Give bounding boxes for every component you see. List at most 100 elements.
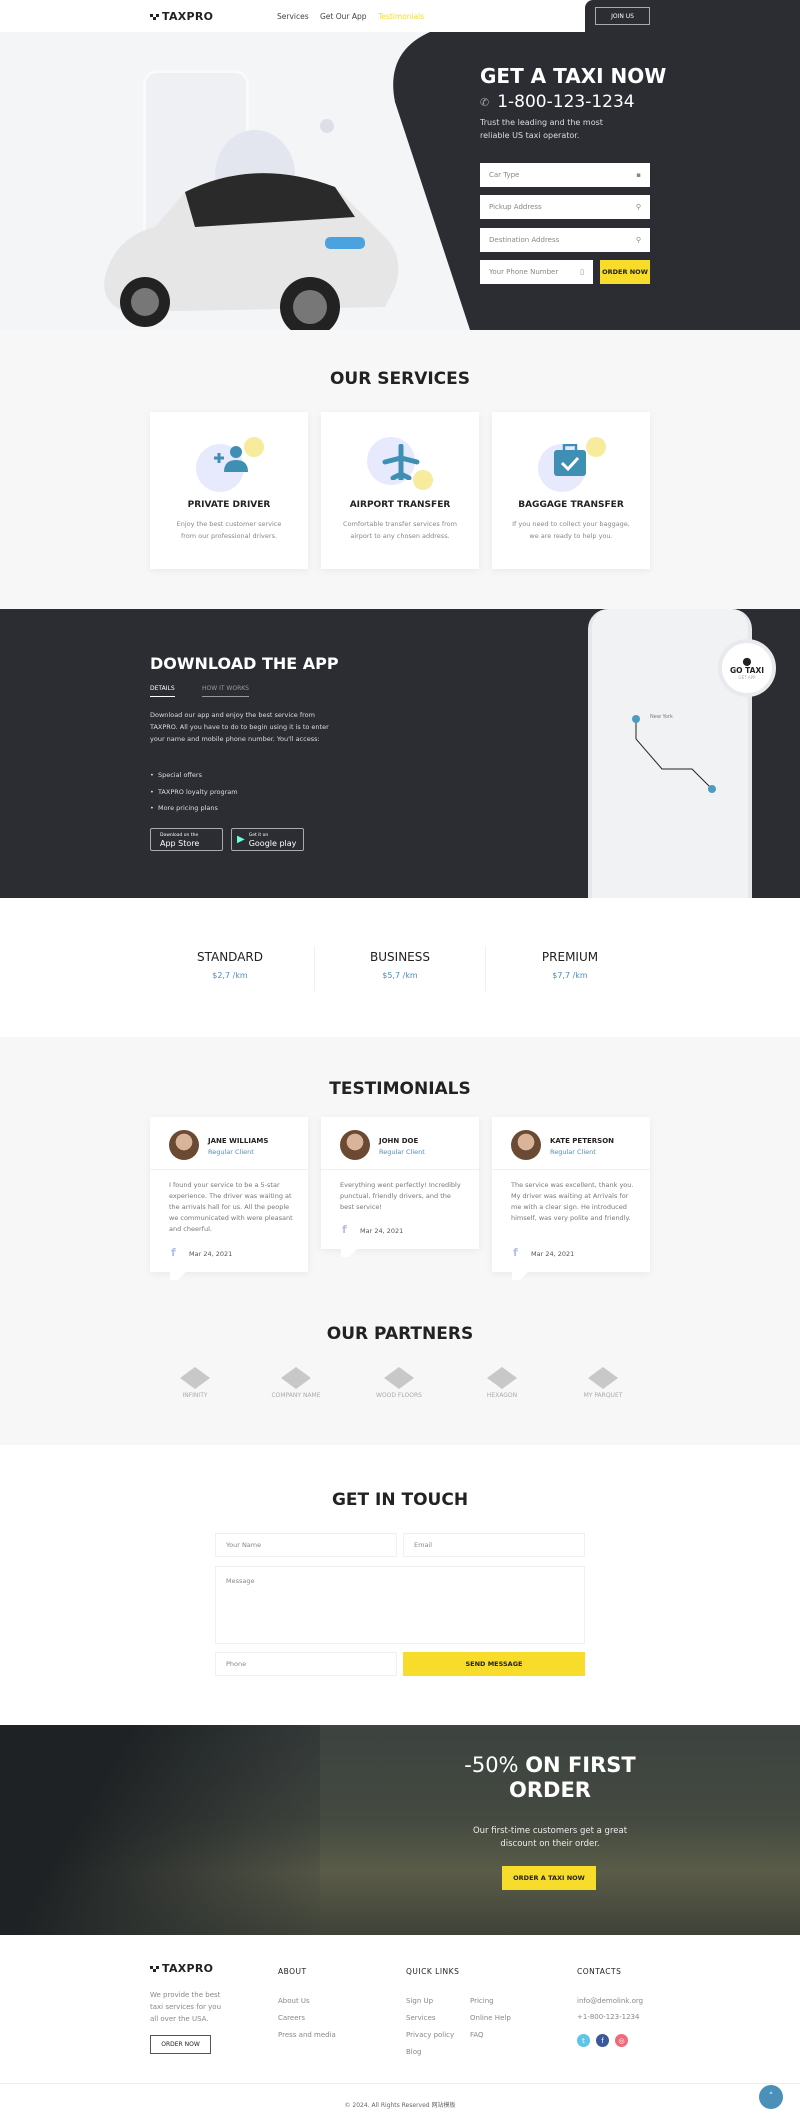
partner-logo[interactable]: COMPANY NAME bbox=[256, 1367, 336, 1399]
quick-links-heading: QUICK LINKS bbox=[406, 1967, 460, 1976]
promo-text: Our first-time customers get a great disc… bbox=[400, 1825, 700, 1851]
divider bbox=[150, 1169, 308, 1170]
scroll-top-button[interactable]: ˄ bbox=[759, 2085, 783, 2109]
footer-link[interactable]: Blog bbox=[406, 2044, 454, 2061]
bullet-text: TAXPRO loyalty program bbox=[157, 787, 238, 796]
decor-blob bbox=[586, 437, 606, 457]
phone-input-contact[interactable]: Phone bbox=[215, 1652, 397, 1676]
divider bbox=[321, 1169, 479, 1170]
partner-name: COMPANY NAME bbox=[271, 1392, 321, 1399]
service-card[interactable]: PRIVATE DRIVER Enjoy the best customer s… bbox=[150, 412, 308, 569]
desc-line: from our professional drivers. bbox=[180, 532, 278, 540]
pickup-input[interactable]: Pickup Address ⚲ bbox=[480, 195, 650, 219]
app-section: DOWNLOAD THE APP DETAILS HOW IT WORKS Do… bbox=[0, 609, 800, 898]
name-input[interactable]: Your Name bbox=[215, 1533, 397, 1557]
bullet-text: More pricing plans bbox=[157, 804, 218, 812]
plan-name: STANDARD bbox=[196, 950, 264, 964]
car-type-select[interactable]: Car Type ▪ bbox=[480, 163, 650, 187]
footer-link[interactable]: Press and media bbox=[278, 2027, 336, 2044]
bullet-item: • Special offers bbox=[150, 771, 202, 779]
twitter-icon[interactable]: t bbox=[577, 2034, 590, 2047]
chevron-up-icon: ˄ bbox=[768, 2092, 774, 2102]
footer-link[interactable]: Sign Up bbox=[406, 1993, 454, 2010]
partner-logo[interactable]: MY PARQUET bbox=[563, 1367, 643, 1399]
destination-input[interactable]: Destination Address ⚲ bbox=[480, 228, 650, 252]
instagram-icon[interactable]: ◎ bbox=[615, 2034, 628, 2047]
services-title: OUR SERVICES bbox=[329, 369, 471, 389]
testimonials-title: TESTIMONIALS bbox=[329, 1079, 471, 1099]
phone-icon: ✆ bbox=[480, 95, 490, 109]
divider bbox=[485, 946, 486, 991]
phone-number: 1-800-123-1234 bbox=[497, 92, 635, 112]
go-taxi-badge[interactable]: ⬤ GO TAXI GET APP bbox=[718, 639, 776, 697]
nav-testimonials[interactable]: Testimonials bbox=[378, 12, 424, 21]
testimonial-card: JOHN DOE Regular Client Everything went … bbox=[321, 1117, 479, 1257]
testimonial-card: KATE PETERSON Regular Client The service… bbox=[492, 1117, 650, 1280]
subtitle-line: Trust the leading and the most bbox=[480, 118, 603, 127]
logo[interactable]: TAXPRO bbox=[150, 10, 213, 23]
footer-about-text: We provide the best taxi services for you… bbox=[150, 1989, 221, 2025]
app-title: DOWNLOAD THE APP bbox=[150, 654, 339, 673]
client-role: Regular Client bbox=[379, 1148, 425, 1156]
send-message-button[interactable]: SEND MESSAGE bbox=[403, 1652, 585, 1676]
tab-how-it-works[interactable]: HOW IT WORKS bbox=[202, 685, 249, 697]
testimonial-date: Mar 24, 2021 bbox=[531, 1250, 575, 1258]
join-us-button[interactable]: JOIN US bbox=[595, 7, 650, 25]
play-icon: ▶ bbox=[237, 834, 245, 845]
partner-name: MY PARQUET bbox=[583, 1392, 623, 1399]
footer-link[interactable]: Online Help bbox=[470, 2010, 511, 2027]
nav-services[interactable]: Services bbox=[277, 12, 309, 21]
testimonial-text: I found your service to be a 5-star expe… bbox=[169, 1181, 293, 1233]
footer-logo[interactable]: TAXPRO bbox=[150, 1962, 213, 1975]
order-now-button[interactable]: ORDER NOW bbox=[600, 260, 650, 284]
services-section: OUR SERVICES PRIVATE DRIVER Enjoy the be… bbox=[0, 330, 800, 609]
partner-mark-icon bbox=[384, 1367, 414, 1389]
phone-placeholder: Your Phone Number bbox=[489, 268, 559, 276]
plan-name: BUSINESS bbox=[370, 950, 430, 964]
hero: GET A TAXI NOW ✆ 1-800-123-1234 Trust the… bbox=[0, 32, 800, 337]
testimonial-date: Mar 24, 2021 bbox=[189, 1250, 233, 1258]
car-image bbox=[104, 173, 399, 337]
tab-details[interactable]: DETAILS bbox=[150, 685, 175, 697]
car-type-label: Car Type bbox=[489, 171, 520, 179]
footer-email[interactable]: info@demolink.org bbox=[577, 1993, 643, 2009]
client-name: JANE WILLIAMS bbox=[208, 1137, 269, 1145]
promo-title-a: ON FIRST bbox=[525, 1753, 636, 1777]
about-line: all over the USA. bbox=[150, 2015, 209, 2023]
order-taxi-button[interactable]: ORDER A TAXI NOW bbox=[502, 1866, 596, 1890]
hero-phone[interactable]: ✆ 1-800-123-1234 bbox=[480, 92, 635, 112]
partner-logo[interactable]: INFINITY bbox=[155, 1367, 235, 1399]
avatar bbox=[340, 1130, 370, 1160]
message-textarea[interactable]: Message bbox=[215, 1566, 585, 1644]
footer-link[interactable]: Services bbox=[406, 2010, 454, 2027]
nav-get-app[interactable]: Get Our App bbox=[320, 12, 367, 21]
desc-line: Comfortable transfer services from bbox=[343, 520, 457, 528]
airplane-icon bbox=[381, 443, 421, 484]
footer-link[interactable]: FAQ bbox=[470, 2027, 511, 2044]
facebook-icon[interactable]: f bbox=[171, 1246, 176, 1259]
footer-order-button[interactable]: ORDER NOW bbox=[150, 2035, 211, 2054]
partner-name: INFINITY bbox=[182, 1392, 208, 1399]
footer-link[interactable]: About Us bbox=[278, 1993, 336, 2010]
partner-logo[interactable]: HEXAGON bbox=[462, 1367, 542, 1399]
service-card[interactable]: AIRPORT TRANSFER Comfortable transfer se… bbox=[321, 412, 479, 569]
badge-title: GO TAXI bbox=[729, 665, 765, 675]
service-title: AIRPORT TRANSFER bbox=[349, 500, 451, 510]
phone-input[interactable]: Your Phone Number ▯ bbox=[480, 260, 593, 284]
speech-tail bbox=[512, 1272, 528, 1280]
facebook-icon[interactable]: f bbox=[342, 1223, 347, 1236]
partner-logo[interactable]: WOOD FLOORS bbox=[359, 1367, 439, 1399]
service-card[interactable]: BAGGAGE TRANSFER If you need to collect … bbox=[492, 412, 650, 569]
service-title: PRIVATE DRIVER bbox=[187, 500, 271, 510]
email-input[interactable]: Email bbox=[403, 1533, 585, 1557]
app-store-button[interactable]: Download on the App Store bbox=[150, 828, 223, 851]
google-play-button[interactable]: ▶ Get it on Google play bbox=[231, 828, 304, 851]
footer-link[interactable]: Privacy policy bbox=[406, 2027, 454, 2044]
facebook-icon[interactable]: f bbox=[513, 1246, 518, 1259]
facebook-icon[interactable]: f bbox=[596, 2034, 609, 2047]
logo-text: TAXPRO bbox=[162, 10, 214, 23]
footer-phone[interactable]: +1-800-123-1234 bbox=[577, 2009, 643, 2025]
logo-checker-icon bbox=[150, 1965, 159, 1972]
footer-link[interactable]: Careers bbox=[278, 2010, 336, 2027]
footer-link[interactable]: Pricing bbox=[470, 1993, 511, 2010]
